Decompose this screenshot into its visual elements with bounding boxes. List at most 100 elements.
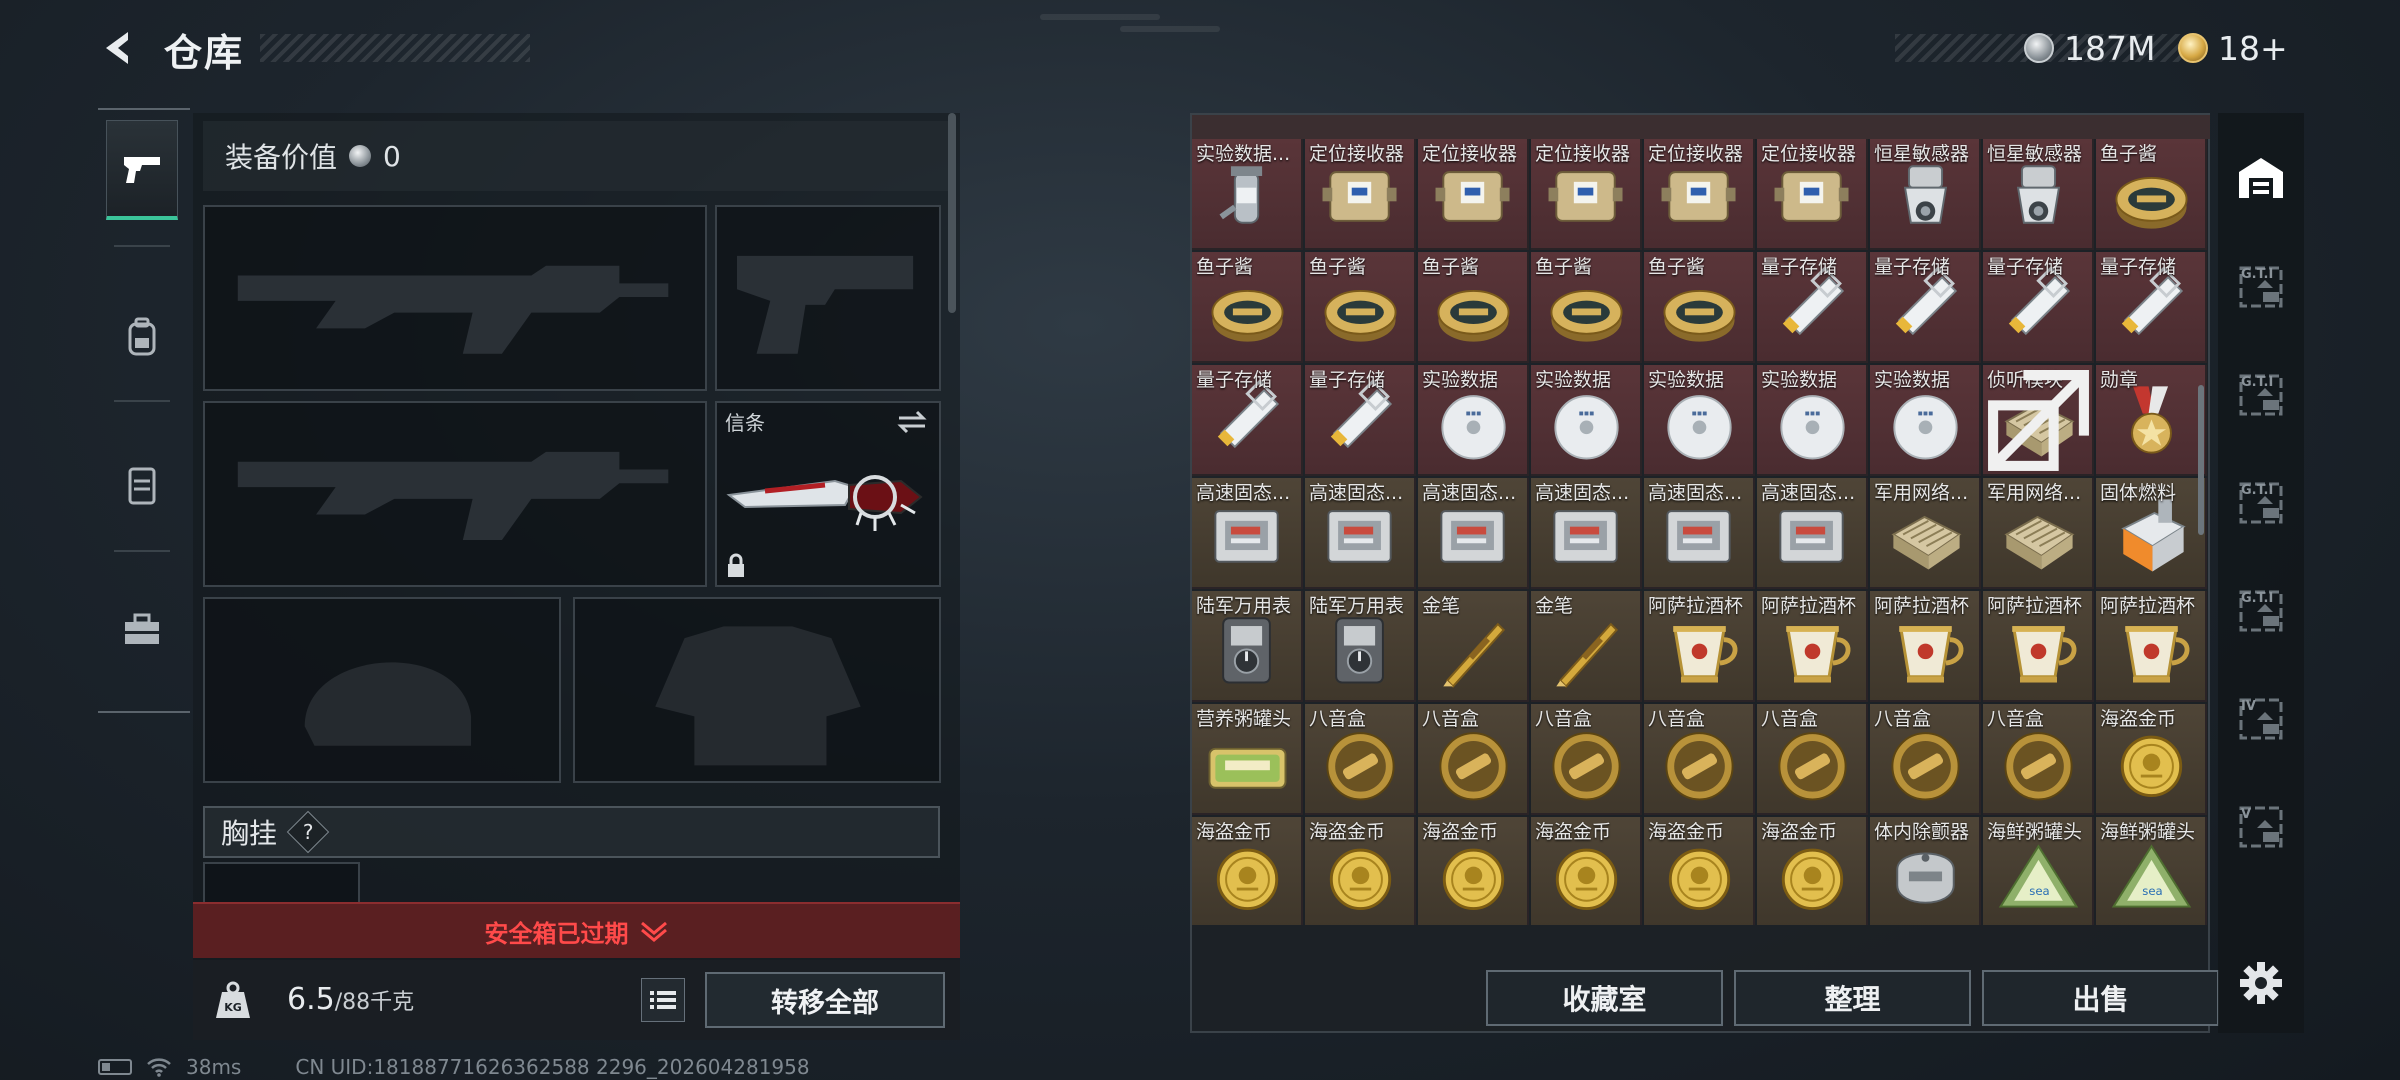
back-button[interactable] bbox=[96, 24, 144, 72]
settings-button[interactable] bbox=[2218, 933, 2304, 1033]
nav-item-backpack[interactable] bbox=[106, 288, 178, 388]
inventory-item[interactable]: 海盗金币 bbox=[2096, 704, 2207, 815]
inventory-item[interactable]: 阿萨拉酒杯 bbox=[1870, 591, 1981, 702]
collection-room-button[interactable]: 收藏室 bbox=[1486, 970, 1723, 1026]
secondary-weapon-slot[interactable] bbox=[203, 401, 707, 587]
inventory-item[interactable]: 量子存储 bbox=[1757, 252, 1868, 363]
safe-box-expired-bar[interactable]: 安全箱已过期 bbox=[193, 902, 960, 958]
inventory-item[interactable]: 勋章 bbox=[2096, 365, 2207, 476]
storage-tab-6[interactable]: V bbox=[2218, 776, 2304, 876]
inventory-item[interactable]: 营养粥罐头 bbox=[1192, 704, 1303, 815]
inventory-item[interactable]: 高速固态... bbox=[1757, 478, 1868, 589]
storage-tab-5[interactable]: IV bbox=[2218, 668, 2304, 768]
inventory-item[interactable]: 海鲜粥罐头 sea bbox=[2096, 817, 2207, 925]
help-icon[interactable]: ? bbox=[286, 810, 330, 854]
inventory-item[interactable]: 海盗金币 bbox=[1418, 817, 1529, 925]
inventory-item[interactable]: 鱼子酱 bbox=[1644, 252, 1755, 363]
inventory-item[interactable]: 高速固态... bbox=[1418, 478, 1529, 589]
list-view-button[interactable] bbox=[641, 978, 685, 1022]
storage-tab-1[interactable]: G.T.I bbox=[2218, 236, 2304, 336]
helmet-slot[interactable] bbox=[203, 597, 561, 783]
nav-item-vest[interactable] bbox=[106, 435, 178, 535]
inventory-item[interactable]: 量子存储 bbox=[2096, 252, 2207, 363]
inventory-item[interactable]: 定位接收器 bbox=[1531, 139, 1642, 250]
inventory-item[interactable]: 八音盒 bbox=[1983, 704, 2094, 815]
inventory-item[interactable]: 侦听模块 bbox=[1983, 365, 2094, 476]
equipment-scrollbar[interactable] bbox=[948, 113, 956, 313]
inventory-item[interactable]: 八音盒 bbox=[1305, 704, 1416, 815]
sell-button[interactable]: 出售 bbox=[1982, 970, 2219, 1026]
silver-coin-icon bbox=[349, 145, 372, 167]
organize-button[interactable]: 整理 bbox=[1734, 970, 1971, 1026]
inventory-item[interactable]: 量子存储 bbox=[1870, 252, 1981, 363]
inventory-item[interactable]: 高速固态... bbox=[1644, 478, 1755, 589]
inventory-item[interactable]: 固体燃料 bbox=[2096, 478, 2207, 589]
inventory-item[interactable]: 定位接收器 bbox=[1644, 139, 1755, 250]
chest-rig-slot[interactable] bbox=[203, 862, 360, 902]
silver-currency[interactable]: 187M bbox=[2024, 26, 2155, 70]
inventory-item[interactable]: 体内除颤器 bbox=[1870, 817, 1981, 925]
gold-currency[interactable]: 18+ bbox=[2178, 26, 2288, 70]
inventory-item[interactable]: 量子存储 bbox=[1983, 252, 2094, 363]
chest-rig-row[interactable]: 胸挂 ? bbox=[203, 806, 940, 858]
inventory-item[interactable]: 实验数据... bbox=[1192, 139, 1303, 250]
inventory-item[interactable]: 陆军万用表 bbox=[1192, 591, 1303, 702]
inventory-item[interactable]: 阿萨拉酒杯 bbox=[1983, 591, 2094, 702]
storage-tab-3[interactable]: G.T.I bbox=[2218, 452, 2304, 552]
inventory-item[interactable]: 八音盒 bbox=[1870, 704, 1981, 815]
inventory-item[interactable]: 八音盒 bbox=[1531, 704, 1642, 815]
inventory-item[interactable]: 定位接收器 bbox=[1305, 139, 1416, 250]
transfer-all-button[interactable]: 转移全部 bbox=[705, 972, 945, 1028]
inventory-item[interactable]: 高速固态... bbox=[1192, 478, 1303, 589]
inventory-item[interactable]: 恒星敏感器 bbox=[1983, 139, 2094, 250]
inventory-item[interactable]: 海盗金币 bbox=[1644, 817, 1755, 925]
inventory-item[interactable]: 鱼子酱 bbox=[2096, 139, 2207, 250]
knife-icon bbox=[726, 475, 923, 531]
nav-item-weapons[interactable] bbox=[106, 120, 178, 220]
inventory-item[interactable]: 实验数据 ▪▪▪ bbox=[1531, 365, 1642, 476]
inventory-item[interactable]: 高速固态... bbox=[1305, 478, 1416, 589]
melee-slot[interactable]: 信条 bbox=[715, 401, 941, 587]
inventory-item[interactable]: 阿萨拉酒杯 bbox=[1644, 591, 1755, 702]
inventory-item-name: 鱼子酱 bbox=[1535, 256, 1593, 278]
inventory-item[interactable]: 鱼子酱 bbox=[1418, 252, 1529, 363]
inventory-item[interactable]: 鱼子酱 bbox=[1192, 252, 1303, 363]
nav-item-toolbox[interactable] bbox=[106, 580, 178, 680]
inventory-scrollbar[interactable] bbox=[2198, 385, 2204, 535]
storage-tab-4[interactable]: G.T.I bbox=[2218, 560, 2304, 660]
inventory-item[interactable]: 量子存储 bbox=[1305, 365, 1416, 476]
inventory-item[interactable]: 定位接收器 bbox=[1757, 139, 1868, 250]
storage-tab-2[interactable]: G.T.I bbox=[2218, 344, 2304, 444]
inventory-item[interactable]: 阿萨拉酒杯 bbox=[1757, 591, 1868, 702]
storage-tab-warehouse[interactable] bbox=[2218, 128, 2304, 228]
inventory-item[interactable]: 陆军万用表 bbox=[1305, 591, 1416, 702]
inventory-item[interactable]: 军用网络... bbox=[1870, 478, 1981, 589]
inventory-item[interactable]: 实验数据 ▪▪▪ bbox=[1757, 365, 1868, 476]
inventory-item[interactable]: 实验数据 ▪▪▪ bbox=[1418, 365, 1529, 476]
inventory-item[interactable]: 金笔 bbox=[1418, 591, 1529, 702]
inventory-item[interactable]: 八音盒 bbox=[1418, 704, 1529, 815]
inventory-item[interactable]: 海盗金币 bbox=[1757, 817, 1868, 925]
inventory-item[interactable]: 海鲜粥罐头 sea bbox=[1983, 817, 2094, 925]
primary-weapon-slot[interactable] bbox=[203, 205, 707, 391]
inventory-item[interactable]: 海盗金币 bbox=[1305, 817, 1416, 925]
swap-icon[interactable] bbox=[895, 409, 929, 435]
armor-slot[interactable] bbox=[573, 597, 941, 783]
inventory-item[interactable]: 海盗金币 bbox=[1192, 817, 1303, 925]
inventory-item[interactable]: 高速固态... bbox=[1531, 478, 1642, 589]
inventory-item[interactable]: 实验数据 ▪▪▪ bbox=[1644, 365, 1755, 476]
inventory-item[interactable]: 八音盒 bbox=[1757, 704, 1868, 815]
inventory-item[interactable]: 实验数据 ▪▪▪ bbox=[1870, 365, 1981, 476]
inventory-item[interactable]: 海盗金币 bbox=[1531, 817, 1642, 925]
inventory-item[interactable]: 八音盒 bbox=[1644, 704, 1755, 815]
inventory-item[interactable]: 军用网络... bbox=[1983, 478, 2094, 589]
inventory-item[interactable]: 鱼子酱 bbox=[1305, 252, 1416, 363]
inventory-item[interactable]: 鱼子酱 bbox=[1531, 252, 1642, 363]
inventory-item[interactable]: 阿萨拉酒杯 bbox=[2096, 591, 2207, 702]
inventory-item[interactable]: 量子存储 bbox=[1192, 365, 1303, 476]
sidearm-slot[interactable] bbox=[715, 205, 941, 391]
inventory-item[interactable]: 定位接收器 bbox=[1418, 139, 1529, 250]
inventory-item[interactable]: 金笔 bbox=[1531, 591, 1642, 702]
inventory-item[interactable]: 恒星敏感器 bbox=[1870, 139, 1981, 250]
nav-divider bbox=[114, 245, 170, 247]
